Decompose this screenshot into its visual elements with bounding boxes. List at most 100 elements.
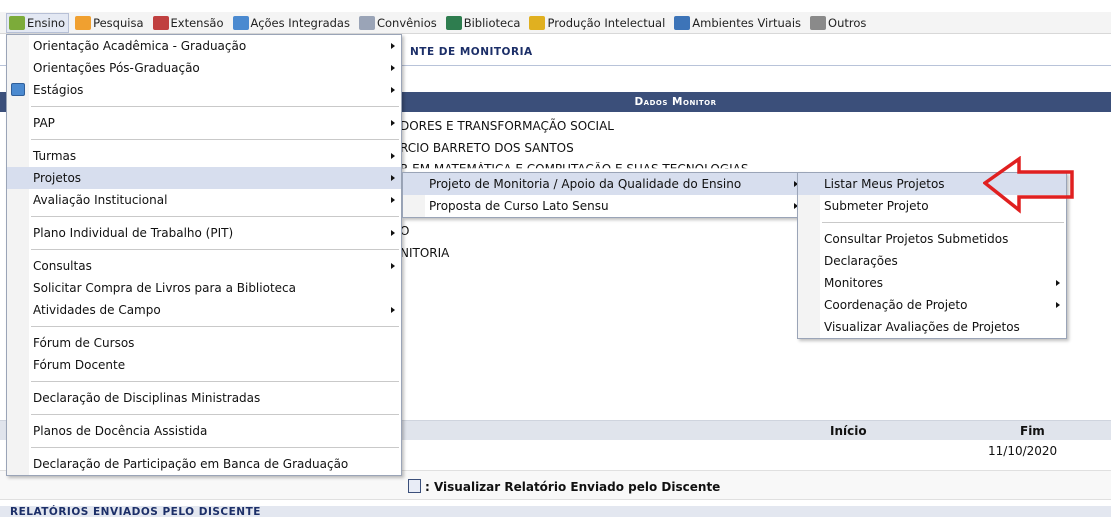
puzzle-icon	[232, 15, 249, 30]
menu-item-label: Planos de Docência Assistida	[33, 424, 208, 438]
menu-item-planos-de-docencia-assistida[interactable]: Planos de Docência Assistida	[7, 420, 401, 442]
column-header-inicio: Início	[830, 424, 867, 438]
document-icon	[358, 15, 375, 30]
submenu-arrow-icon	[1056, 280, 1060, 286]
menubar-item-pesquisa[interactable]: Pesquisa	[73, 13, 146, 33]
info-line: NITORIA	[400, 246, 450, 260]
menubar-item-outros[interactable]: Outros	[808, 13, 869, 33]
menu-item-declaracao-de-disciplinas-ministradas[interactable]: Declaração de Disciplinas Ministradas	[7, 387, 401, 409]
menu-item-proposta-de-curso-lato-sensu[interactable]: Proposta de Curso Lato Sensu	[403, 195, 804, 217]
projetos-submenu: Projeto de Monitoria / Apoio da Qualidad…	[402, 172, 805, 218]
network-icon	[674, 15, 691, 30]
menu-item-consultas[interactable]: Consultas	[7, 255, 401, 277]
menubar-item-ensino[interactable]: Ensino	[6, 12, 70, 33]
menu-item-declaracoes[interactable]: Declarações	[798, 250, 1066, 272]
menu-item-orientacoes-pos-graduacao[interactable]: Orientações Pós-Graduação	[7, 57, 401, 79]
menu-separator	[31, 381, 399, 382]
menu-item-atividades-de-campo[interactable]: Atividades de Campo	[7, 299, 401, 321]
menu-item-coordenacao-de-projeto[interactable]: Coordenação de Projeto	[798, 294, 1066, 316]
menubar-item-ambientes-virtuais[interactable]: Ambientes Virtuais	[672, 13, 804, 33]
menu-item-label: Fórum Docente	[33, 358, 126, 372]
menubar-item-label: Produção Intelectual	[547, 15, 666, 30]
menubar-item-conv-nios[interactable]: Convênios	[357, 13, 440, 33]
menu-item-turmas[interactable]: Turmas	[7, 145, 401, 167]
section-header-relatorios: RELATÓRIOS ENVIADOS PELO DISCENTE	[0, 506, 1111, 517]
menu-separator	[31, 106, 399, 107]
menu-item-label: PAP	[33, 116, 55, 130]
menubar-item-label: Ambientes Virtuais	[692, 15, 802, 30]
ensino-dropdown-menu: Orientação Acadêmica - Graduação Orientaç…	[6, 34, 402, 476]
legend-label: : Visualizar Relatório Enviado pelo Disc…	[425, 480, 721, 494]
page-title: NTE DE MONITORIA	[410, 46, 533, 58]
menu-item-label: Atividades de Campo	[33, 303, 161, 317]
internship-icon	[11, 83, 25, 96]
menu-item-label: Consultar Projetos Submetidos	[824, 232, 1009, 246]
menu-item-label: Declarações	[824, 254, 898, 268]
menu-item-label: Declaração de Participação em Banca de G…	[33, 457, 349, 471]
menubar-item-extens-o[interactable]: Extensão	[151, 13, 227, 33]
menu-item-label: Visualizar Avaliações de Projetos	[824, 320, 1020, 334]
menu-item-estagios[interactable]: Estágios	[7, 79, 401, 101]
notebook-icon	[529, 15, 546, 30]
menu-item-label: Monitores	[824, 276, 883, 290]
menu-item-label: Submeter Projeto	[824, 199, 929, 213]
menu-item-orientacao-academica-graduacao[interactable]: Orientação Acadêmica - Graduação	[7, 35, 401, 57]
menu-item-label: Declaração de Disciplinas Ministradas	[33, 391, 261, 405]
menu-item-monitores[interactable]: Monitores	[798, 272, 1066, 294]
submenu-arrow-icon	[391, 43, 395, 49]
gear-icon	[810, 15, 827, 30]
menubar-item-label: Outros	[828, 15, 867, 30]
submenu-arrow-icon	[391, 87, 395, 93]
menu-item-label: Orientação Acadêmica - Graduação	[33, 39, 247, 53]
menubar-item-label: Ensino	[27, 15, 66, 30]
menu-item-label: Coordenação de Projeto	[824, 298, 968, 312]
menu-separator	[31, 139, 399, 140]
menu-item-label: Avaliação Institucional	[33, 193, 168, 207]
submenu-arrow-icon	[391, 175, 395, 181]
info-line: DORES E TRANSFORMAÇÃO SOCIAL	[400, 119, 614, 133]
menu-item-label: Orientações Pós-Graduação	[33, 61, 200, 75]
menubar-item-produ-o-intelectual[interactable]: Produção Intelectual	[527, 13, 668, 33]
menu-item-label: Solicitar Compra de Livros para a Biblio…	[33, 281, 296, 295]
menu-item-label: Proposta de Curso Lato Sensu	[429, 199, 609, 213]
menu-item-plano-individual-de-trabalho-pit[interactable]: Plano Individual de Trabalho (PIT)	[7, 222, 401, 244]
menu-item-projetos[interactable]: Projetos	[7, 167, 401, 189]
menu-item-forum-docente[interactable]: Fórum Docente	[7, 354, 401, 376]
legend-text: : Visualizar Relatório Enviado pelo Disc…	[408, 479, 720, 494]
library-icon	[445, 15, 462, 30]
submenu-arrow-icon	[1056, 302, 1060, 308]
menu-item-pap[interactable]: PAP	[7, 112, 401, 134]
menu-item-label: Plano Individual de Trabalho (PIT)	[33, 226, 234, 240]
menubar-item-label: Ações Integradas	[250, 15, 350, 30]
menu-item-label: Projetos	[33, 171, 82, 185]
menu-item-consultar-projetos-submetidos[interactable]: Consultar Projetos Submetidos	[798, 228, 1066, 250]
top-menubar: Ensino Pesquisa Extensão Ações Integradas Co…	[0, 12, 1111, 34]
menu-item-avaliacao-institucional[interactable]: Avaliação Institucional	[7, 189, 401, 211]
menu-item-label: Fórum de Cursos	[33, 336, 135, 350]
menubar-item-a-es-integradas[interactable]: Ações Integradas	[231, 13, 353, 33]
menu-separator	[822, 222, 1064, 223]
red-arrow-annotation	[983, 156, 1074, 214]
menu-item-projeto-de-monitoria-apoio-da-qualidade-do-ensino[interactable]: Projeto de Monitoria / Apoio da Qualidad…	[403, 173, 804, 195]
menu-item-label: Turmas	[33, 149, 77, 163]
submenu-arrow-icon	[391, 307, 395, 313]
table-cell-fim: 11/10/2020	[988, 444, 1058, 458]
submenu-arrow-icon	[391, 153, 395, 159]
menu-item-declaracao-de-participacao-em-banca-de-graduacao[interactable]: Declaração de Participação em Banca de G…	[7, 453, 401, 475]
menu-separator	[31, 216, 399, 217]
column-header-fim: Fim	[1020, 424, 1045, 438]
menubar-item-label: Pesquisa	[93, 15, 144, 30]
menu-item-solicitar-compra-de-livros-para-a-biblioteca[interactable]: Solicitar Compra de Livros para a Biblio…	[7, 277, 401, 299]
menu-separator	[31, 249, 399, 250]
submenu-arrow-icon	[391, 230, 395, 236]
menubar-item-label: Convênios	[376, 15, 437, 30]
menubar-item-biblioteca[interactable]: Biblioteca	[444, 13, 524, 33]
book-icon	[9, 15, 25, 30]
menubar-item-label: Extensão	[170, 15, 224, 30]
menu-item-label: Estágios	[33, 83, 84, 97]
flask-icon	[75, 15, 92, 30]
menu-item-label: Projeto de Monitoria / Apoio da Qualidad…	[429, 177, 742, 191]
menu-item-visualizar-avaliacoes-de-projetos[interactable]: Visualizar Avaliações de Projetos	[798, 316, 1066, 338]
submenu-arrow-icon	[391, 65, 395, 71]
menu-item-forum-de-cursos[interactable]: Fórum de Cursos	[7, 332, 401, 354]
